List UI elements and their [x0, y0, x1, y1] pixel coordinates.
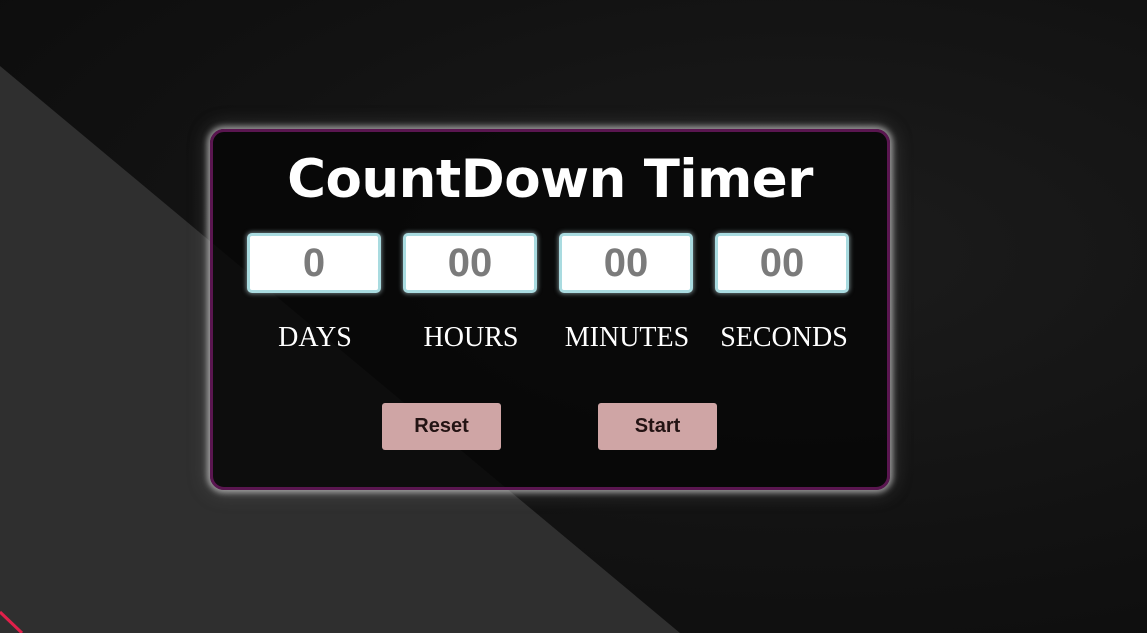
minutes-label: MINUTES — [564, 322, 690, 353]
start-button[interactable]: Start — [598, 403, 717, 450]
days-input[interactable]: 0 — [247, 233, 381, 293]
countdown-card: CountDown Timer 0 00 00 00 DAYS HOURS MI… — [210, 129, 890, 490]
hours-label: HOURS — [423, 322, 519, 353]
seconds-input[interactable]: 00 — [715, 233, 849, 293]
reset-button[interactable]: Reset — [382, 403, 501, 450]
page-title: CountDown Timer — [287, 149, 813, 210]
hours-input[interactable]: 00 — [403, 233, 537, 293]
minutes-input[interactable]: 00 — [559, 233, 693, 293]
seconds-label: SECONDS — [720, 322, 848, 353]
days-label: DAYS — [278, 322, 352, 353]
